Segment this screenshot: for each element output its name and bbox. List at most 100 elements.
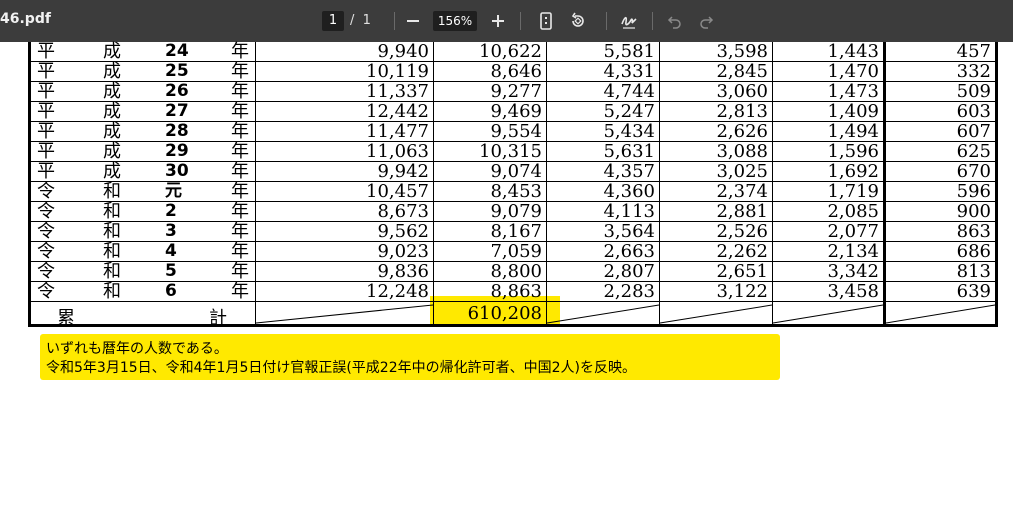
value-cell: 2,881 [716,201,768,222]
note-line-1: いずれも暦年の人数である。 [46,341,228,357]
era-part: 年 [231,81,249,102]
era-part: 平 [37,101,55,122]
table-row: 令 和 6 年 12,248 8,863 2,283 3,122 3,458 639 [31,282,995,302]
value-cell: 9,469 [490,101,542,122]
table-row: 平 成 30 年 9,942 9,074 4,357 3,025 1,692 670 [31,162,995,182]
page-count: / 1 [350,11,371,31]
rotate-icon [571,12,584,27]
era-part: 年 [231,141,249,162]
era-cell: 令 和 5 年 [35,261,255,282]
value-cell: 11,063 [366,141,429,162]
value-cell: 9,940 [377,41,429,62]
zoom-out-button[interactable] [401,9,425,33]
value-cell: 7,059 [490,241,542,262]
undo-button[interactable] [663,9,687,33]
table-row: 平 成 27 年 12,442 9,469 5,247 2,813 1,409 603 [31,102,995,122]
value-cell: 9,277 [490,81,542,102]
value-cell: 10,457 [366,181,429,202]
value-cell: 5,631 [603,141,655,162]
era-cell: 令 和 3 年 [35,221,255,242]
value-cell: 3,598 [716,41,768,62]
era-part: 成 [103,101,121,122]
value-cell: 1,692 [827,161,879,182]
value-cell: 1,494 [827,121,879,142]
plus-icon [492,15,504,27]
page-number-input[interactable]: 1 [322,11,344,31]
era-part: 元 [165,181,182,201]
era-part: 26 [165,81,189,101]
era-part: 年 [231,201,249,222]
era-cell: 令 和 2 年 [35,201,255,222]
value-cell: 9,554 [490,121,542,142]
value-cell: 1,473 [827,81,879,102]
value-cell: 12,442 [366,101,429,122]
toolbar-divider [394,12,395,30]
era-part: 年 [231,261,249,282]
value-cell: 2,626 [716,121,768,142]
era-part: 成 [103,161,121,182]
era-part: 27 [165,101,189,121]
value-cell: 1,596 [827,141,879,162]
value-cell: 2,262 [716,241,768,262]
era-part: 成 [103,141,121,162]
value-cell: 3,025 [716,161,768,182]
value-cell: 1,443 [827,41,879,62]
era-cell: 平 成 25 年 [35,62,255,82]
value-cell: 1,470 [827,61,879,82]
value-cell: 8,453 [490,181,542,202]
era-part: 年 [231,41,249,62]
zoom-level-input[interactable]: 156% [433,11,477,31]
value-cell: 8,800 [490,261,542,282]
value-cell: 10,622 [479,41,542,62]
fit-page-button[interactable] [534,9,558,33]
era-part: 29 [165,141,189,161]
era-part: 年 [231,101,249,122]
value-cell: 12,248 [366,281,429,302]
value-cell: 2,134 [827,241,879,262]
draw-button[interactable] [617,9,641,33]
value-cell: 2,526 [716,221,768,242]
pdf-toolbar: 46.pdf 1 / 1 156% [0,0,1013,42]
era-part: 令 [37,281,55,302]
rotate-button[interactable] [566,9,590,33]
era-part: 成 [103,81,121,102]
page-separator: / [350,13,355,28]
era-cell: 平 成 26 年 [35,81,255,102]
value-cell: 9,836 [377,261,429,282]
table-row: 令 和 元 年 10,457 8,453 4,360 2,374 1,719 596 [31,182,995,202]
value-cell: 639 [956,281,991,302]
redo-button[interactable] [694,9,718,33]
value-cell: 4,331 [603,61,655,82]
table-row: 平 成 24 年 9,940 10,622 5,581 3,598 1,443 457 [31,42,995,62]
pdf-page: 累 計 610,208 平成 24 年 9,940 10,622 5,581 3,598 1,… [0,42,1013,514]
value-cell: 5,581 [603,41,655,62]
era-cell: 平 成 27 年 [35,101,255,122]
zoom-in-button[interactable] [486,9,510,33]
value-cell: 625 [956,141,991,162]
table-row: 平 成 28 年 11,477 9,554 5,434 2,626 1,494 607 [31,122,995,142]
value-cell: 2,663 [603,241,655,262]
era-part: 年 [231,221,249,242]
value-cell: 1,719 [827,181,879,202]
toolbar-divider [606,12,607,30]
era-part: 平 [37,41,55,62]
value-cell: 2,845 [716,61,768,82]
fit-page-icon [540,12,552,30]
table-row: 令 和 5 年 9,836 8,800 2,807 2,651 3,342 813 [31,262,995,282]
era-part: 成 [103,41,121,62]
value-cell: 9,942 [377,161,429,182]
value-cell: 11,337 [366,81,429,102]
page-total: 1 [362,13,371,28]
era-part: 5 [165,261,177,281]
value-cell: 596 [956,181,991,202]
signature-icon [621,16,637,29]
era-part: 成 [103,121,121,142]
table-row: 令 和 2 年 8,673 9,079 4,113 2,881 2,085 900 [31,202,995,222]
value-cell: 3,060 [716,81,768,102]
redo-icon [700,16,714,29]
era-part: 令 [37,241,55,262]
era-part: 28 [165,121,189,141]
era-cell: 令 和 6 年 [35,281,255,302]
era-part: 和 [103,261,121,282]
naturalization-table: 累 計 610,208 平成 24 年 9,940 10,622 5,581 3,598 1,… [28,42,998,329]
